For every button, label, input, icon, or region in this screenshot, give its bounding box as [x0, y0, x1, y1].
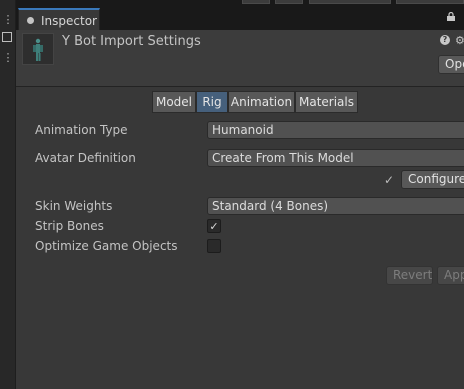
help-icon[interactable]: ? — [440, 35, 450, 45]
model-thumbnail — [22, 33, 54, 65]
toolbar-fragment — [242, 0, 270, 4]
kebab-menu-icon[interactable]: ⋮ — [0, 14, 16, 26]
tab-rig[interactable]: Rig — [196, 91, 228, 113]
toolbar-fragment — [275, 0, 303, 4]
configured-check-icon: ✓ — [384, 173, 395, 187]
toolbar-fragment — [309, 0, 391, 4]
page-title: Y Bot Import Settings — [62, 34, 201, 49]
avatar-definition-label: Avatar Definition — [35, 151, 136, 165]
configure-button[interactable]: Configure... — [401, 170, 464, 189]
animation-type-dropdown[interactable]: Humanoid — [207, 121, 464, 139]
lock-icon[interactable] — [446, 12, 456, 21]
tab-materials[interactable]: Materials — [295, 91, 358, 113]
checkmark-icon: ✓ — [209, 220, 219, 233]
toolbar-fragment — [396, 0, 464, 4]
avatar-definition-dropdown[interactable]: Create From This Model — [207, 149, 464, 167]
kebab-menu-icon[interactable]: ⋮ — [0, 52, 16, 64]
optimize-game-objects-label: Optimize Game Objects — [35, 239, 178, 253]
open-button[interactable]: Open — [438, 55, 464, 74]
strip-bones-checkbox[interactable]: ✓ — [207, 219, 221, 233]
skin-weights-dropdown[interactable]: Standard (4 Bones) — [207, 197, 464, 215]
tab-model[interactable]: Model — [152, 91, 196, 113]
optimize-game-objects-checkbox[interactable] — [207, 239, 221, 253]
panel-dock-icon[interactable] — [2, 32, 12, 42]
settings-icon[interactable]: ⚙ — [455, 34, 464, 47]
info-icon — [27, 17, 34, 24]
humanoid-model-icon — [33, 38, 43, 61]
tab-inspector[interactable]: Inspector — [18, 8, 100, 31]
animation-type-label: Animation Type — [35, 123, 128, 137]
apply-button[interactable]: Apply — [437, 266, 464, 285]
revert-button[interactable]: Revert — [386, 266, 433, 285]
tab-label: Inspector — [41, 14, 97, 28]
left-dock-strip: ⋮ ⋮ — [0, 0, 16, 389]
tab-animation[interactable]: Animation — [228, 91, 295, 113]
skin-weights-label: Skin Weights — [35, 199, 113, 213]
strip-bones-label: Strip Bones — [35, 219, 104, 233]
